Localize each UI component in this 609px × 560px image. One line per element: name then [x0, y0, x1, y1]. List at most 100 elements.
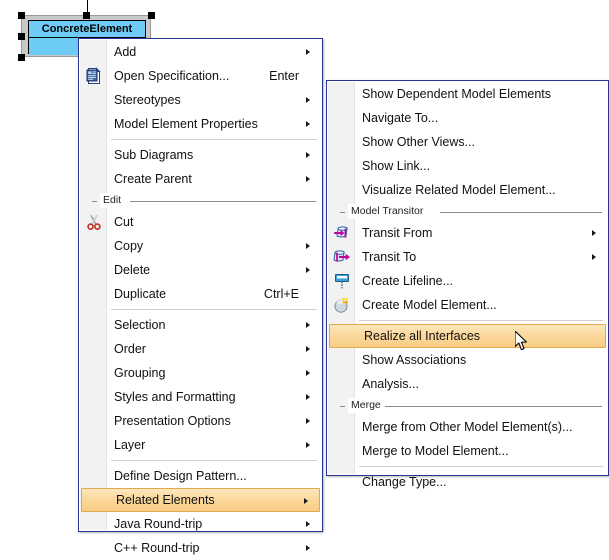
menu-item-label: Visualize Related Model Element...: [362, 183, 556, 197]
menu-item-label: Layer: [114, 438, 146, 452]
menu-item-label: Delete: [114, 263, 151, 277]
menu-item-label: Styles and Formatting: [114, 390, 236, 404]
menu-item-label: Create Lifeline...: [362, 274, 454, 288]
menu-item-label: Duplicate: [114, 287, 167, 301]
menu-item-label: Transit From: [362, 226, 433, 240]
menu-item-copy[interactable]: Copy: [80, 234, 321, 258]
menu-item-delete[interactable]: Delete: [80, 258, 321, 282]
group-line-left: [340, 212, 345, 213]
menu-item-selection[interactable]: Selection: [80, 313, 321, 337]
menu-item-realize-all-interfaces[interactable]: Realize all Interfaces: [329, 324, 606, 348]
selection-handle-top-center[interactable]: [83, 12, 90, 19]
menu-separator: [359, 320, 603, 321]
menu-item-visualize-related-model-element[interactable]: Visualize Related Model Element...: [328, 178, 607, 202]
menu-item-define-design-pattern[interactable]: Define Design Pattern...: [80, 464, 321, 488]
transit-to-icon: [333, 248, 351, 266]
selection-handle-top-left[interactable]: [18, 12, 25, 19]
menu-item-analysis[interactable]: Analysis...: [328, 372, 607, 396]
menu-item-change-type[interactable]: Change Type...: [328, 470, 607, 494]
menu-item-order[interactable]: Order: [80, 337, 321, 361]
menu-item-label: Analysis...: [362, 377, 419, 391]
menu-item-label: Define Design Pattern...: [114, 469, 247, 483]
menu-item-label: Java Round-trip: [114, 517, 203, 531]
menu-item-label: Realize all Interfaces: [364, 329, 481, 343]
menu-item-label: Open Specification...: [114, 69, 230, 83]
selection-handle-middle-left[interactable]: [18, 33, 25, 40]
menu-item-label: Show Dependent Model Elements: [362, 87, 552, 101]
menu-group-edit: Edit: [80, 193, 321, 209]
selection-handle-bottom-left[interactable]: [18, 54, 25, 61]
uml-class-name: ConcreteElement: [29, 21, 145, 38]
menu-item-java-round-trip[interactable]: Java Round-trip: [80, 512, 321, 536]
menu-item-create-parent[interactable]: Create Parent: [80, 167, 321, 191]
menu-item-label: Create Parent: [114, 172, 192, 186]
menu-item-merge-to-model-element[interactable]: Merge to Model Element...: [328, 439, 607, 463]
menu-item-label: Show Associations: [362, 353, 467, 367]
related-elements-submenu-items: Show Dependent Model Elements Navigate To…: [328, 82, 607, 489]
menu-item-label: Stereotypes: [114, 93, 181, 107]
menu-item-show-other-views[interactable]: Show Other Views...: [328, 130, 607, 154]
lifeline-icon: [333, 272, 351, 290]
menu-item-stereotypes[interactable]: Stereotypes: [80, 88, 321, 112]
menu-item-create-model-element[interactable]: Create Model Element...: [328, 293, 607, 317]
menu-item-label: Sub Diagrams: [114, 148, 194, 162]
menu-item-label: Merge to Model Element...: [362, 444, 509, 458]
menu-item-duplicate[interactable]: Duplicate Ctrl+E: [80, 282, 321, 306]
menu-item-model-element-properties[interactable]: Model Element Properties: [80, 112, 321, 136]
menu-item-label: C++ Round-trip: [114, 541, 200, 555]
menu-group-label: Model Transitor: [348, 204, 428, 219]
menu-item-styles-and-formatting[interactable]: Styles and Formatting: [80, 385, 321, 409]
menu-separator: [359, 466, 603, 467]
context-menu-items: Add Open Specification... Enter Stereotypes…: [80, 40, 321, 555]
menu-item-label: Model Element Properties: [114, 117, 258, 131]
menu-item-c-round-trip[interactable]: C++ Round-trip: [80, 536, 321, 560]
menu-item-sub-diagrams[interactable]: Sub Diagrams: [80, 143, 321, 167]
menu-item-label: Create Model Element...: [362, 298, 497, 312]
selection-handle-top-right[interactable]: [148, 12, 155, 19]
menu-item-shortcut: Enter: [269, 69, 299, 83]
menu-item-shortcut: Ctrl+E: [263, 287, 299, 301]
menu-item-label: Grouping: [114, 366, 166, 380]
menu-item-label: Navigate To...: [362, 111, 439, 125]
menu-item-label: Merge from Other Model Element(s)...: [362, 420, 573, 434]
model-element-icon: [333, 296, 351, 314]
menu-item-label: Add: [114, 45, 137, 59]
menu-item-open-specification[interactable]: Open Specification... Enter: [80, 64, 321, 88]
menu-item-merge-from-other-model-element-s[interactable]: Merge from Other Model Element(s)...: [328, 415, 607, 439]
context-menu[interactable]: Add Open Specification... Enter Stereotypes…: [78, 38, 323, 555]
menu-group-label: Merge: [348, 398, 385, 413]
menu-group-model-transitor: Model Transitor: [328, 204, 607, 220]
menu-item-navigate-to[interactable]: Navigate To...: [328, 106, 607, 130]
transit-from-icon: [333, 224, 351, 242]
menu-item-label: Transit To: [362, 250, 417, 264]
related-elements-submenu[interactable]: Show Dependent Model Elements Navigate To…: [326, 80, 609, 489]
menu-item-label: Copy: [114, 239, 144, 253]
menu-item-transit-to[interactable]: Transit To: [328, 245, 607, 269]
menu-item-label: Show Link...: [362, 159, 431, 173]
menu-item-create-lifeline[interactable]: Create Lifeline...: [328, 269, 607, 293]
menu-item-cut[interactable]: Cut: [80, 210, 321, 234]
menu-item-label: Cut: [114, 215, 134, 229]
menu-item-label: Order: [114, 342, 146, 356]
menu-group-label: Edit: [100, 193, 126, 208]
menu-item-show-associations[interactable]: Show Associations: [328, 348, 607, 372]
menu-item-label: Change Type...: [362, 475, 447, 489]
group-line: [130, 201, 316, 202]
menu-item-presentation-options[interactable]: Presentation Options: [80, 409, 321, 433]
menu-separator: [111, 139, 317, 140]
menu-item-show-dependent-model-elements[interactable]: Show Dependent Model Elements: [328, 82, 607, 106]
menu-item-transit-from[interactable]: Transit From: [328, 221, 607, 245]
menu-group-merge: Merge: [328, 398, 607, 414]
group-line-left: [340, 406, 345, 407]
scissors-icon: [85, 213, 103, 231]
group-line: [384, 406, 602, 407]
menu-item-layer[interactable]: Layer: [80, 433, 321, 457]
menu-item-label: Selection: [114, 318, 166, 332]
menu-item-grouping[interactable]: Grouping: [80, 361, 321, 385]
group-line: [440, 212, 602, 213]
menu-item-show-link[interactable]: Show Link...: [328, 154, 607, 178]
menu-item-add[interactable]: Add: [80, 40, 321, 64]
menu-separator: [111, 309, 317, 310]
menu-item-label: Presentation Options: [114, 414, 231, 428]
menu-item-related-elements[interactable]: Related Elements: [81, 488, 320, 512]
